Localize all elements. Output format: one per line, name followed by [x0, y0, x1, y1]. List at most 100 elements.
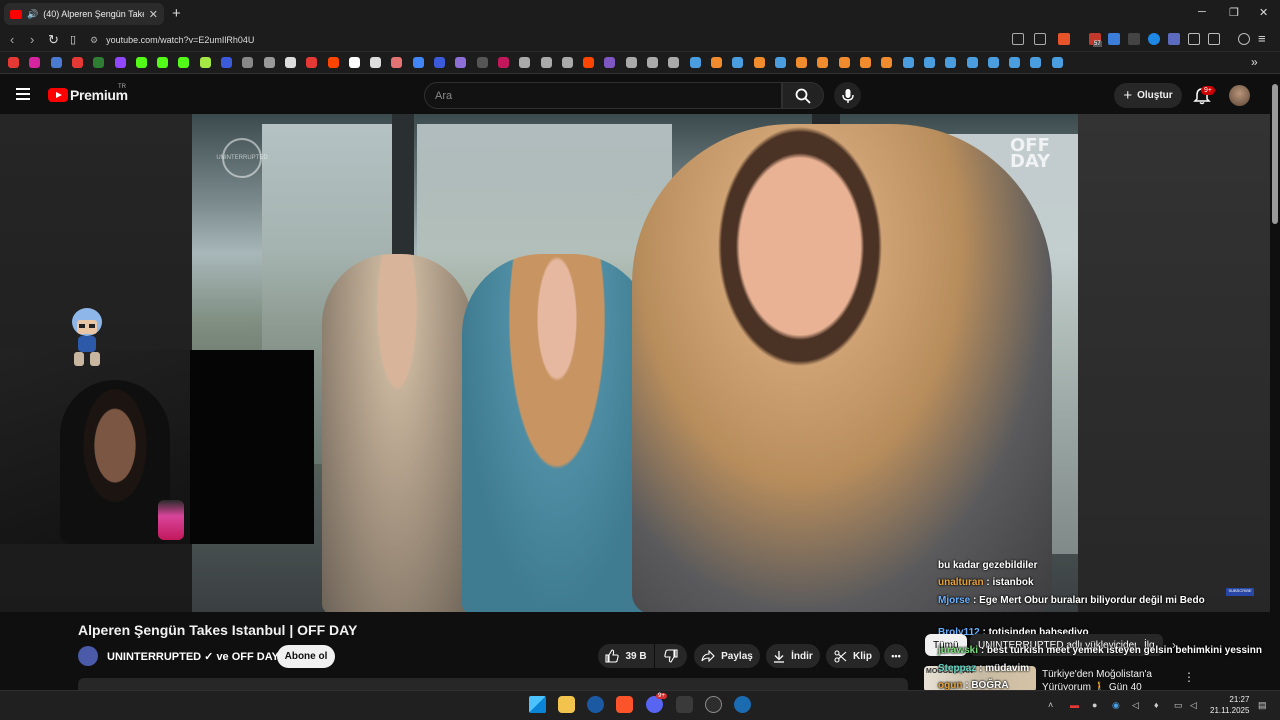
extension-3-icon[interactable] [1128, 33, 1140, 45]
url-bar[interactable]: ⚙ youtube.com/watch?v=E2umIlRh04U [90, 31, 1000, 49]
speaker-tray-icon[interactable]: ◁ [1190, 700, 1197, 711]
bookmark-favicon-icon[interactable] [774, 57, 786, 68]
bookmark-favicon-icon[interactable] [902, 57, 914, 68]
bookmark-favicon-icon[interactable] [114, 57, 126, 68]
bookmark-favicon-icon[interactable] [476, 57, 488, 68]
bookmark-favicon-icon[interactable] [838, 57, 850, 68]
account-avatar[interactable] [1229, 85, 1250, 106]
file-explorer-icon[interactable] [558, 696, 575, 713]
bookmark-favicon-icon[interactable] [519, 57, 531, 68]
bookmark-favicon-icon[interactable] [668, 57, 680, 68]
media-icon[interactable] [1238, 33, 1250, 45]
brave-browser-icon[interactable] [616, 696, 633, 713]
obs-icon[interactable] [705, 696, 722, 713]
notification-center-icon[interactable]: ▤ [1258, 700, 1267, 711]
share-page-icon[interactable] [1034, 33, 1046, 45]
bookmark-favicon-icon[interactable] [455, 57, 467, 68]
bookmark-favicon-icon[interactable] [1009, 57, 1021, 68]
bookmark-favicon-icon[interactable] [50, 57, 62, 68]
bookmark-favicon-icon[interactable] [93, 57, 105, 68]
bookmark-favicon-icon[interactable] [71, 57, 83, 68]
close-tab-icon[interactable]: ✕ [149, 8, 158, 21]
back-icon[interactable]: ‹ [10, 32, 14, 47]
bookmark-favicon-icon[interactable] [370, 57, 382, 68]
close-window-button[interactable]: ✕ [1259, 6, 1268, 19]
bookmark-favicon-icon[interactable] [647, 57, 658, 68]
site-settings-icon[interactable]: ⚙ [90, 35, 98, 46]
bookmark-icon[interactable]: ▯ [70, 33, 76, 46]
menu-icon[interactable]: ≡ [1258, 31, 1266, 46]
search-button[interactable] [782, 82, 824, 109]
bookmark-favicon-icon[interactable] [434, 57, 445, 68]
bookmark-favicon-icon[interactable] [796, 57, 808, 68]
speaker-icon[interactable]: 🔊 [27, 9, 38, 20]
new-tab-button[interactable]: + [172, 5, 181, 22]
sidebar-icon[interactable] [1208, 33, 1220, 45]
reload-icon[interactable]: ↻ [48, 32, 59, 48]
bookmark-favicon-icon[interactable] [391, 57, 403, 68]
extension-5-icon[interactable] [1168, 33, 1180, 45]
bookmark-favicon-icon[interactable] [327, 57, 339, 68]
recommended-more-icon[interactable]: ⋮ [1183, 670, 1195, 684]
system-clock[interactable]: 21:27 21.11.2025 [1210, 694, 1249, 716]
tray-app-icon[interactable]: ▬ [1070, 700, 1079, 710]
steam-icon[interactable] [587, 696, 604, 713]
extension-2-icon[interactable] [1108, 33, 1120, 45]
bookmark-favicon-icon[interactable] [540, 57, 552, 68]
bookmark-favicon-icon[interactable] [263, 57, 275, 68]
start-menu-icon[interactable] [529, 696, 546, 713]
subscribe-button[interactable]: Abone ol [277, 645, 335, 668]
steam-alt-icon[interactable] [734, 696, 751, 713]
dislike-button[interactable] [655, 644, 687, 668]
tray-steam-icon[interactable]: ◉ [1112, 700, 1120, 711]
minimize-button[interactable]: ─ [1198, 6, 1206, 18]
bookmark-favicon-icon[interactable] [199, 57, 211, 68]
share-button[interactable]: Paylaş [694, 644, 760, 668]
bookmark-favicon-icon[interactable] [497, 57, 509, 68]
bookmark-favicon-icon[interactable] [753, 57, 765, 68]
video-player[interactable]: UNINTERRUPTED OFF DAY bu kadar gezebildi… [0, 114, 1270, 612]
browser-tab[interactable]: 🔊 (40) Alperen Şengün Takes Ista ✕ [4, 3, 164, 25]
brave-shield-icon[interactable] [1058, 33, 1070, 45]
bookmark-favicon-icon[interactable] [987, 57, 999, 68]
forward-icon[interactable]: › [30, 32, 34, 47]
bookmark-favicon-icon[interactable] [306, 57, 318, 68]
bookmark-favicon-icon[interactable] [625, 57, 637, 68]
extensions-puzzle-icon[interactable] [1188, 33, 1200, 45]
create-button[interactable]: + Oluştur [1114, 83, 1182, 108]
like-button[interactable]: 39 B [598, 644, 654, 668]
extension-4-icon[interactable] [1148, 33, 1160, 45]
bookmark-favicon-icon[interactable] [412, 57, 424, 68]
tray-volume-icon[interactable]: ◁ [1132, 700, 1139, 711]
bookmark-favicon-icon[interactable] [860, 57, 871, 68]
maximize-button[interactable]: ❐ [1229, 6, 1239, 19]
bookmark-favicon-icon[interactable] [348, 57, 360, 68]
cast-icon[interactable] [1012, 33, 1024, 45]
bookmark-favicon-icon[interactable] [1051, 57, 1063, 68]
bookmark-favicon-icon[interactable] [966, 57, 978, 68]
tray-mic-icon[interactable]: ♦ [1154, 700, 1159, 710]
bookmark-favicon-icon[interactable] [221, 57, 232, 68]
more-bookmarks-icon[interactable]: » [1251, 55, 1258, 69]
bookmark-favicon-icon[interactable] [561, 57, 573, 68]
bookmark-favicon-icon[interactable] [8, 57, 19, 68]
bookmark-favicon-icon[interactable] [710, 57, 722, 68]
channel-avatar[interactable] [78, 646, 98, 666]
tray-chevron-icon[interactable]: ˄ [1048, 700, 1053, 710]
bookmark-favicon-icon[interactable] [817, 57, 829, 68]
network-icon[interactable]: ▭ [1174, 700, 1183, 711]
page-scrollbar[interactable] [1272, 84, 1278, 224]
search-box[interactable] [424, 82, 782, 109]
more-actions-button[interactable]: ••• [884, 644, 908, 668]
clip-button[interactable]: Klip [826, 644, 880, 668]
bookmark-favicon-icon[interactable] [881, 57, 893, 68]
search-input[interactable] [435, 89, 771, 102]
app-icon[interactable] [676, 696, 693, 713]
hamburger-menu-icon[interactable] [16, 88, 30, 100]
bookmark-favicon-icon[interactable] [29, 57, 41, 68]
bookmark-favicon-icon[interactable] [923, 57, 935, 68]
channel-name[interactable]: UNINTERRUPTED ✓ ve OFF DAY [107, 650, 279, 663]
youtube-logo-icon[interactable] [48, 88, 68, 102]
tray-app-icon[interactable]: ● [1092, 700, 1097, 710]
bookmark-favicon-icon[interactable] [135, 57, 147, 68]
